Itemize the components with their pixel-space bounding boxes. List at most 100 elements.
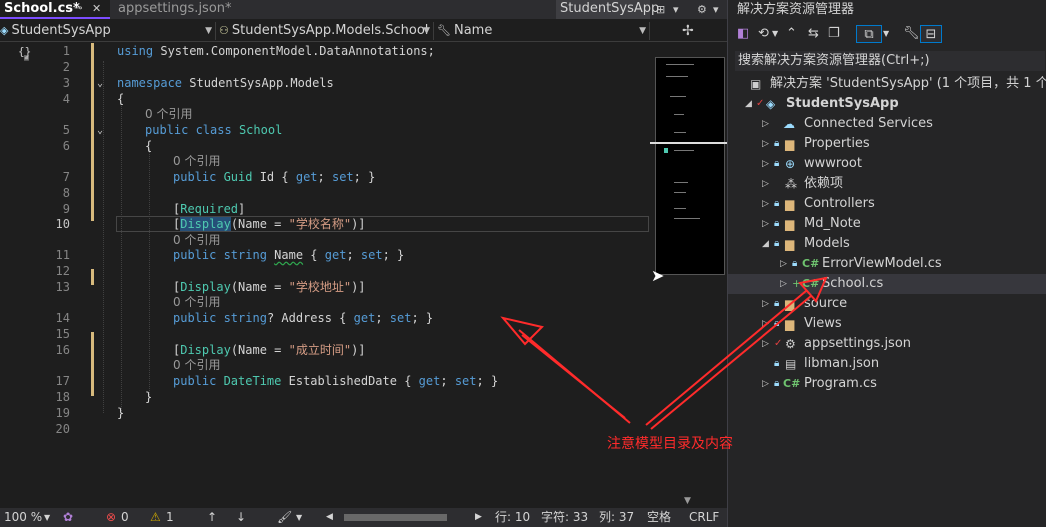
member-dropdown[interactable]: 🔧︎ Name ▼ (437, 22, 650, 40)
history-icon[interactable]: ⟲ (758, 25, 769, 43)
collapsed-arrow-icon[interactable]: ▷ (762, 134, 769, 154)
indent-guide (121, 103, 122, 413)
tab-label: School.cs* (4, 1, 80, 16)
chevron-down-icon: ▼ (205, 26, 212, 36)
filter-icon[interactable]: ⧉ (856, 25, 882, 43)
collapsed-arrow-icon[interactable]: ▷ (762, 334, 769, 354)
line-number: 17 (55, 374, 70, 388)
line-number: 16 (55, 343, 70, 357)
collapsed-arrow-icon[interactable]: ▷ (780, 254, 787, 274)
document-tab-bar: School.cs* ⊸ ✕ appsettings.json* Student… (0, 0, 727, 19)
collapsed-arrow-icon[interactable]: ▷ (780, 274, 787, 294)
project-dropdown[interactable]: ◈ StudentSysApp ▼ (0, 22, 216, 40)
tree-item-dependencies[interactable]: ▷ ⁂ 依赖项 (728, 174, 1046, 194)
warning-count: 1 (166, 510, 174, 524)
collapsed-arrow-icon[interactable]: ▷ (762, 174, 769, 194)
tree-item-solution[interactable]: ▣ 解决方案 'StudentSysApp' (1 个项目，共 1 个) (728, 74, 1046, 94)
pin-icon[interactable]: ⊸ (74, 0, 82, 18)
csharp-project-icon: ◈ (0, 24, 9, 37)
tree-item-properties[interactable]: ▷ 🔒︎ ▆ Properties (728, 134, 1046, 154)
folder-icon: ▆ (785, 237, 795, 251)
collapsed-arrow-icon[interactable]: ▷ (762, 154, 769, 174)
tree-item-source[interactable]: ▷ 🔒︎ ▆ source (728, 294, 1046, 314)
lock-icon: 🔒︎ (792, 258, 798, 269)
tree-item-errorviewmodel[interactable]: ▷ 🔒︎ C# ErrorViewModel.cs (728, 254, 1046, 274)
tab-appsettings[interactable]: appsettings.json* (118, 0, 238, 19)
warning-icon[interactable]: ⚠ (150, 508, 161, 527)
collapsed-arrow-icon[interactable]: ▷ (762, 214, 769, 234)
code-line: [Display(Name = "学校地址")] (173, 280, 366, 294)
chevron-down-icon[interactable]: ▼ (772, 25, 778, 43)
expanded-arrow-icon[interactable]: ◢ (762, 234, 769, 254)
code-line: } (117, 406, 125, 420)
tab-project-preview[interactable]: StudentSysApp (556, 0, 659, 19)
wrench-icon[interactable]: 🔧︎ (903, 25, 920, 43)
chevron-down-icon[interactable]: ▼ (296, 508, 302, 527)
tree-item-school-cs[interactable]: ▷ + C# School.cs (728, 274, 1046, 294)
codelens-references[interactable]: 0 个引用 (173, 357, 220, 373)
tree-item-wwwroot[interactable]: ▷ 🔒︎ ⊕ wwwroot (728, 154, 1046, 174)
expanded-arrow-icon[interactable]: ◢ (745, 94, 752, 114)
collapse-all-icon[interactable]: ⌃ (786, 25, 797, 43)
code-line-current: [Display(Name = "学校名称")] (173, 217, 366, 231)
tab-school-cs[interactable]: School.cs* ⊸ ✕ (0, 0, 110, 19)
chevron-down-icon[interactable]: ▼ (883, 25, 889, 43)
codelens-references[interactable]: 0 个引用 (145, 106, 192, 122)
indent-mode[interactable]: 空格 (647, 508, 671, 527)
chevron-down-icon[interactable]: ▾ (713, 0, 719, 19)
copy-icon[interactable]: ❐ (828, 25, 840, 43)
error-icon[interactable]: ⊗ (106, 508, 116, 527)
settings-gear-icon[interactable]: ⚙ (697, 0, 707, 19)
chevron-down-icon[interactable]: ▼ (44, 508, 50, 527)
code-text-area[interactable]: {} ▣ ⌄ ⌄ 1 2 3 4 5 6 7 8 9 10 11 12 13 1… (0, 43, 650, 508)
line-number: 1 (62, 44, 70, 58)
tree-item-project[interactable]: ◢ ✓ ◈ StudentSysApp (728, 94, 1046, 114)
chevron-down-icon[interactable]: ▾ (673, 0, 679, 19)
check-icon: ✓ (756, 98, 765, 109)
close-icon[interactable]: ✕ (92, 0, 101, 18)
sync-icon[interactable]: ⇆ (808, 25, 819, 43)
scroll-left-icon[interactable]: ◀ (326, 508, 333, 527)
scroll-down-arrow-icon[interactable]: ▼ (684, 496, 691, 506)
line-ending[interactable]: CRLF (689, 508, 719, 527)
line-number: 7 (62, 170, 70, 184)
tree-item-views[interactable]: ▷ 🔒︎ ▆ Views (728, 314, 1046, 334)
tree-item-md-note[interactable]: ▷ 🔒︎ ▆ Md_Note (728, 214, 1046, 234)
panel-title: 解决方案资源管理器 (737, 2, 855, 17)
tree-item-program[interactable]: ▷ 🔒︎ C# Program.cs (728, 374, 1046, 394)
vs-icon[interactable]: ◧ (737, 25, 749, 43)
globe-icon: ⊕ (785, 157, 796, 171)
tree-item-libman[interactable]: 🔒︎ ▤ libman.json (728, 354, 1046, 374)
preview-icon[interactable]: ⊟ (920, 25, 942, 43)
editor-status-bar: 100 % ▼ ✿ ⊗ 0 ⚠ 1 ↑ ↓ 🖌︎ ▼ ◀ ▶ 行: 10 字符:… (0, 508, 727, 527)
collapsed-arrow-icon[interactable]: ▷ (762, 194, 769, 214)
collapsed-arrow-icon[interactable]: ▷ (762, 314, 769, 334)
tree-item-connected-services[interactable]: ▷ ☁ Connected Services (728, 114, 1046, 134)
collapsed-arrow-icon[interactable]: ▷ (762, 114, 769, 134)
folder-icon: ▆ (785, 317, 795, 331)
zoom-level[interactable]: 100 % (4, 508, 42, 527)
tree-item-controllers[interactable]: ▷ 🔒︎ ▆ Controllers (728, 194, 1046, 214)
class-dropdown[interactable]: ⚇ StudentSysApp.Models.School ▼ (219, 22, 434, 40)
collapsed-arrow-icon[interactable]: ▷ (762, 374, 769, 394)
up-arrow-icon[interactable]: ↑ (207, 508, 217, 527)
split-view-icon[interactable]: ✢ (682, 22, 694, 41)
intellicode-icon[interactable]: ✿ (63, 508, 73, 527)
pin-icon[interactable]: ⊞ (656, 0, 665, 19)
down-arrow-icon[interactable]: ↓ (236, 508, 246, 527)
collapsed-arrow-icon[interactable]: ▷ (762, 294, 769, 314)
codelens-references[interactable]: 0 个引用 (173, 153, 220, 169)
brush-icon[interactable]: 🖌︎ (277, 508, 292, 527)
codelens-references[interactable]: 0 个引用 (173, 294, 220, 310)
check-icon: ✓ (774, 338, 783, 349)
tree-item-models[interactable]: ◢ 🔒︎ ▆ Models (728, 234, 1046, 254)
line-number: 5 (62, 123, 70, 137)
explorer-search-input[interactable]: 搜索解决方案资源管理器(Ctrl+;) (735, 51, 1045, 71)
tree-item-appsettings[interactable]: ▷ ✓ ⚙ appsettings.json (728, 334, 1046, 354)
codelens-references[interactable]: 0 个引用 (173, 232, 220, 248)
scroll-right-icon[interactable]: ▶ (475, 508, 482, 527)
line-number: 20 (55, 422, 70, 436)
indent-guide (149, 149, 150, 397)
code-line: public Guid Id { get; set; } (173, 170, 376, 184)
horizontal-scrollbar-thumb[interactable] (344, 514, 447, 521)
